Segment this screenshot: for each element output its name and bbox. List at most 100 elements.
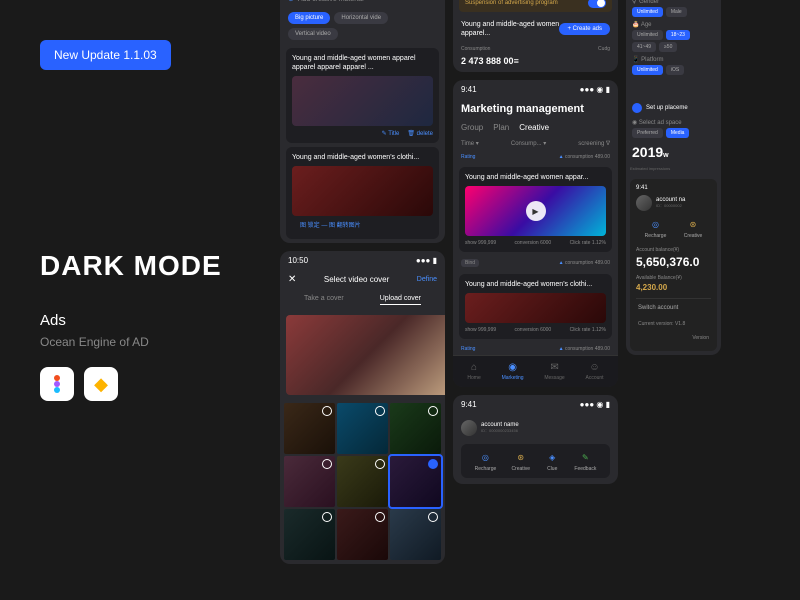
description: Ocean Engine of AD: [40, 335, 240, 349]
grid-item[interactable]: [337, 403, 388, 454]
action-creative[interactable]: ⊛Creative: [684, 217, 703, 239]
cover-title: Select video cover: [324, 275, 389, 284]
stat-show: show 999,999: [465, 240, 496, 246]
platform-label: 📱 Platform: [632, 56, 715, 63]
tabbar-account[interactable]: ☺Account: [585, 362, 603, 381]
age-label: 🎂 Age: [632, 21, 715, 28]
account-card: 9:41 account na ID：00000002 ◎Recharge ⊛C…: [630, 179, 717, 351]
chip-age-41-49[interactable]: 41~49: [632, 42, 656, 52]
grid-item[interactable]: [284, 456, 335, 507]
status-time: 9:41: [461, 400, 477, 409]
tab-upload-cover[interactable]: Upload cover: [380, 295, 421, 305]
switch-account[interactable]: Switch account: [636, 298, 711, 317]
status-time: 10:50: [288, 256, 308, 265]
action-feedback[interactable]: ✎Feedback: [574, 450, 596, 472]
big-number: 2 473 888 00≡: [453, 56, 618, 72]
chip-age-50[interactable]: ≥50: [659, 42, 677, 52]
cover-preview: [286, 315, 445, 395]
sketch-icon[interactable]: ◆: [84, 367, 118, 401]
grid-item[interactable]: [284, 403, 335, 454]
status-badge: Bind: [461, 259, 479, 267]
chip-age-unlimited[interactable]: Unlimited: [632, 30, 663, 40]
tabbar-message[interactable]: ✉Message: [544, 362, 564, 381]
define-button[interactable]: Define: [417, 276, 437, 283]
filter-screening[interactable]: screening ∇: [578, 140, 610, 147]
title-action[interactable]: ✎ Title: [382, 130, 400, 137]
phone-marketing: 9:41●●● ◉ ▮ Marketing management Group P…: [453, 80, 618, 387]
grid-item[interactable]: [284, 509, 335, 560]
status-icons: ●●● ▮: [416, 256, 437, 265]
account-id: ID：00000002: [656, 203, 685, 209]
chip-platform-ios[interactable]: iOS: [666, 65, 684, 75]
chip-preferred[interactable]: Preferred: [632, 128, 663, 138]
setup-placement[interactable]: Set up placeme: [632, 103, 715, 113]
grid-item[interactable]: [390, 456, 441, 507]
rating-label[interactable]: Rating: [461, 154, 475, 160]
chip-platform-unlimited[interactable]: Unlimited: [632, 65, 663, 75]
available-label: Available Balance(¥): [636, 275, 711, 281]
action-creative[interactable]: ⊛Creative: [511, 450, 530, 472]
card-title: Young and middle-aged women appar...: [465, 173, 606, 182]
subtitle: Ads: [40, 312, 240, 329]
phone-creative-material: ⊕Add creative material Big picture Horiz…: [280, 0, 445, 243]
chip-media[interactable]: Media: [666, 128, 690, 138]
ad-title: Young and middle-aged women apparel...: [461, 20, 559, 38]
chip-gender-male[interactable]: Male: [666, 7, 687, 17]
action-recharge[interactable]: ◎Recharge: [645, 217, 667, 239]
balance-label: Account balance(¥): [636, 247, 711, 253]
creative-card[interactable]: Young and middle-aged women's clothi... …: [286, 147, 439, 239]
grid-item[interactable]: [390, 403, 441, 454]
phone-account: 9:41●●● ◉ ▮ account name ID：000000023345…: [453, 395, 618, 484]
chip-vertical[interactable]: Vertical video: [288, 28, 338, 40]
chip-horizontal[interactable]: Horizontal vide: [334, 12, 388, 24]
grid-item[interactable]: [390, 509, 441, 560]
chip-big-picture[interactable]: Big picture: [288, 12, 330, 24]
main-title: DARK MODE: [40, 250, 240, 282]
avatar[interactable]: [636, 195, 652, 211]
filter-time[interactable]: Time ▾: [461, 140, 479, 147]
delete-action[interactable]: 🗑 delete: [407, 130, 433, 137]
chip-age-18-23[interactable]: 18~23: [666, 30, 690, 40]
creative-card[interactable]: Young and middle-aged women apparel appa…: [286, 48, 439, 143]
page-title: Marketing management: [453, 99, 618, 119]
marketing-card[interactable]: Young and middle-aged women's clothi... …: [459, 274, 612, 339]
tab-creative[interactable]: Creative: [519, 123, 549, 132]
rating-label[interactable]: Rating: [461, 346, 475, 352]
stat-conversion: conversion 6000: [515, 240, 552, 246]
marketing-card[interactable]: Young and middle-aged women appar... ▶ s…: [459, 167, 612, 252]
stat-click-rate: Click rate 1.12%: [570, 240, 606, 246]
tabbar-home[interactable]: ⌂Home: [467, 362, 480, 381]
tab-plan[interactable]: Plan: [493, 123, 509, 132]
grid-item[interactable]: [337, 456, 388, 507]
create-ads-button[interactable]: + Create ads: [559, 23, 610, 35]
figma-icon[interactable]: [40, 367, 74, 401]
grid-item[interactable]: [337, 509, 388, 560]
card-title: Young and middle-aged women's clothi...: [465, 280, 606, 289]
update-badge[interactable]: New Update 1.1.03: [40, 40, 171, 70]
status-time: 9:41: [636, 185, 711, 191]
filter-consumption[interactable]: Consump... ▾: [511, 140, 546, 147]
close-icon[interactable]: ✕: [288, 274, 296, 285]
toggle-switch[interactable]: [588, 0, 606, 8]
play-icon[interactable]: ▶: [526, 201, 546, 221]
version-link[interactable]: Version: [636, 331, 711, 345]
filter-sidebar: ⚥ Gender Unlimited Male 🎂 Age Unlimited …: [626, 0, 721, 355]
gender-label: ⚥ Gender: [632, 0, 715, 5]
action-recharge[interactable]: ◎Recharge: [475, 450, 497, 472]
card-video[interactable]: ▶: [465, 186, 606, 236]
account-id: ID：0000000233456: [481, 428, 519, 434]
stat-conversion: conversion 6000: [515, 327, 552, 333]
action-clue[interactable]: ◈Clue: [545, 450, 559, 472]
impressions-value: 2019w: [632, 144, 715, 160]
add-creative-label[interactable]: Add creative material: [298, 0, 364, 3]
chip-gender-unlimited[interactable]: Unlimited: [632, 7, 663, 17]
tabbar-marketing[interactable]: ◉Marketing: [502, 362, 524, 381]
status-time: 9:41: [461, 85, 477, 94]
consumption-label: Consumption: [461, 46, 490, 52]
tab-group[interactable]: Group: [461, 123, 483, 132]
tab-take-cover[interactable]: Take a cover: [304, 295, 344, 305]
image-tools[interactable]: 图 锁定 — 图 翻转图片: [292, 216, 433, 233]
status-icons: ●●● ◉ ▮: [580, 400, 610, 409]
avatar[interactable]: [461, 420, 477, 436]
budget-label: Cudg: [598, 46, 610, 52]
